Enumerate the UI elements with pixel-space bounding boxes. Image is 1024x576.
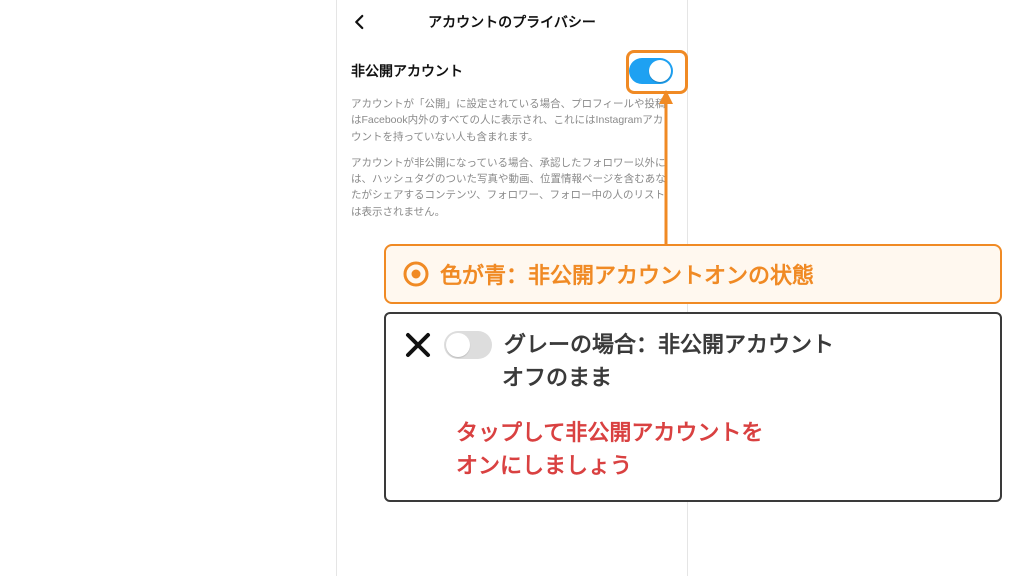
private-account-label: 非公開アカウント xyxy=(351,61,463,81)
callout-off-row: グレーの場合：非公開アカウント xyxy=(404,330,982,361)
description-private: アカウントが非公開になっている場合、承認したフォロワー以外には、ハッシュタグのつ… xyxy=(337,145,687,220)
description-public: アカウントが「公開」に設定されている場合、プロフィールや投稿はFacebook内… xyxy=(337,88,687,145)
screen-header: アカウントのプライバシー xyxy=(337,0,687,44)
x-icon xyxy=(404,331,432,359)
page-title: アカウントのプライバシー xyxy=(428,12,596,32)
callout-off-state: グレーの場合：非公開アカウント オフのまま タップして非公開アカウントを オンに… xyxy=(384,312,1002,502)
callout-off-line2: オフのまま xyxy=(502,363,982,394)
back-button[interactable] xyxy=(347,9,373,35)
toggle-knob xyxy=(649,60,671,82)
private-account-row: 非公開アカウント xyxy=(337,44,687,88)
callout-on-text: 色が青：非公開アカウントオンの状態 xyxy=(440,258,814,290)
callout-on-state: 色が青：非公開アカウントオンの状態 xyxy=(384,244,1002,304)
callout-action-text: タップして非公開アカウントを オンにしましょう xyxy=(456,416,982,482)
toggle-knob xyxy=(446,333,470,357)
callout-off-line1: グレーの場合：非公開アカウント xyxy=(504,330,834,361)
callout-action-line2: オンにしましょう xyxy=(456,449,982,482)
callout-action-line1: タップして非公開アカウントを xyxy=(456,416,982,449)
bullseye-icon xyxy=(402,260,430,288)
private-account-toggle[interactable] xyxy=(629,58,673,84)
example-toggle-off xyxy=(444,331,492,359)
chevron-left-icon xyxy=(351,13,369,31)
